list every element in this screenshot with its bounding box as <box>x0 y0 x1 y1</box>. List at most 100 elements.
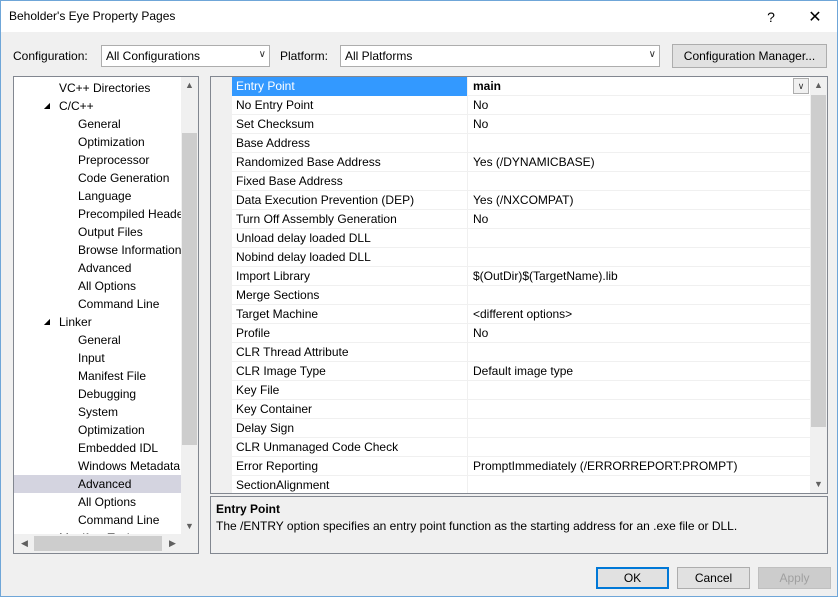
property-name[interactable]: Set Checksum <box>232 115 468 134</box>
configuration-combo[interactable]: All Configurations ∨ <box>101 45 270 67</box>
property-value[interactable]: No <box>469 96 811 115</box>
property-row[interactable]: Fixed Base Address <box>232 172 811 191</box>
property-row[interactable]: Set Checksum No <box>232 115 811 134</box>
tree-item[interactable]: Embedded IDL <box>14 439 181 457</box>
configuration-manager-button[interactable]: Configuration Manager... <box>672 44 827 68</box>
property-row[interactable]: CLR Image Type Default image type <box>232 362 811 381</box>
tree-item[interactable]: Precompiled Heade <box>14 205 183 223</box>
scroll-left-arrow-icon[interactable]: ◀ <box>16 534 33 553</box>
tree-item[interactable]: VC++ Directories <box>14 79 181 97</box>
property-row[interactable]: CLR Thread Attribute <box>232 343 811 362</box>
close-button[interactable]: ✕ <box>795 1 835 32</box>
platform-combo[interactable]: All Platforms ∨ <box>340 45 660 67</box>
cancel-button[interactable]: Cancel <box>677 567 750 589</box>
property-name[interactable]: Merge Sections <box>232 286 468 305</box>
property-value[interactable]: Default image type <box>469 362 811 381</box>
property-value[interactable] <box>469 229 811 248</box>
property-name[interactable]: Randomized Base Address <box>232 153 468 172</box>
tree-horizontal-scrollbar[interactable]: ◀ ▶ <box>14 534 198 553</box>
tree-item[interactable]: Optimization <box>14 133 181 151</box>
property-row[interactable]: Turn Off Assembly Generation No <box>232 210 811 229</box>
scroll-down-arrow-icon[interactable]: ▼ <box>181 518 198 535</box>
property-value[interactable] <box>469 419 811 438</box>
property-value[interactable] <box>469 248 811 267</box>
scroll-down-arrow-icon[interactable]: ▼ <box>810 476 827 493</box>
property-row[interactable]: Error Reporting PromptImmediately (/ERROR… <box>232 457 811 476</box>
property-row[interactable]: Key File <box>232 381 811 400</box>
tree-item[interactable]: Optimization <box>14 421 181 439</box>
ok-button[interactable]: OK <box>596 567 669 589</box>
property-name[interactable]: Entry Point <box>232 77 468 96</box>
property-row[interactable]: Entry Point main ∨ <box>232 77 811 96</box>
property-row[interactable]: Merge Sections <box>232 286 811 305</box>
tree-item[interactable]: Browse Information <box>14 241 181 259</box>
property-value[interactable]: Yes (/DYNAMICBASE) <box>469 153 811 172</box>
grid-vertical-scrollbar[interactable]: ▲ ▼ <box>810 77 827 493</box>
property-name[interactable]: Key Container <box>232 400 468 419</box>
property-value[interactable]: PromptImmediately (/ERRORREPORT:PROMPT) <box>469 457 811 476</box>
tree-item[interactable]: ◢ C/C++ <box>14 97 181 115</box>
tree-item[interactable]: Output Files <box>14 223 181 241</box>
property-value[interactable]: No <box>469 210 811 229</box>
expander-icon[interactable]: ◢ <box>42 97 52 115</box>
chevron-down-icon[interactable]: ∨ <box>793 78 809 94</box>
property-name[interactable]: Error Reporting <box>232 457 468 476</box>
property-name[interactable]: CLR Thread Attribute <box>232 343 468 362</box>
property-name[interactable]: CLR Unmanaged Code Check <box>232 438 468 457</box>
tree-item[interactable]: Language <box>14 187 181 205</box>
tree-item[interactable]: ◢ Linker <box>14 313 181 331</box>
property-name[interactable]: SectionAlignment <box>232 476 468 493</box>
category-tree[interactable]: VC++ Directories ◢ C/C++ General Optimizatio… <box>13 76 199 554</box>
property-row[interactable]: Import Library $(OutDir)$(TargetName).lib <box>232 267 811 286</box>
property-name[interactable]: Data Execution Prevention (DEP) <box>232 191 468 210</box>
property-name[interactable]: Key File <box>232 381 468 400</box>
tree-hscroll-thumb[interactable] <box>34 536 162 551</box>
tree-item[interactable]: Input <box>14 349 181 367</box>
tree-scroll-thumb[interactable] <box>182 133 197 445</box>
apply-button[interactable]: Apply <box>758 567 831 589</box>
tree-item[interactable]: Manifest File <box>14 367 181 385</box>
expander-icon[interactable]: ◢ <box>42 313 52 331</box>
tree-item[interactable]: Command Line <box>14 511 181 529</box>
property-name[interactable]: No Entry Point <box>232 96 468 115</box>
property-value[interactable]: <different options> <box>469 305 811 324</box>
tree-item[interactable]: Advanced <box>14 259 181 277</box>
property-value[interactable]: No <box>469 115 811 134</box>
property-value[interactable]: Yes (/NXCOMPAT) <box>469 191 811 210</box>
tree-item[interactable]: All Options <box>14 493 181 511</box>
property-value[interactable] <box>469 134 811 153</box>
property-name[interactable]: Delay Sign <box>232 419 468 438</box>
property-row[interactable]: SectionAlignment <box>232 476 811 493</box>
grid-scroll-thumb[interactable] <box>811 95 826 427</box>
property-name[interactable]: Unload delay loaded DLL <box>232 229 468 248</box>
property-row[interactable]: Nobind delay loaded DLL <box>232 248 811 267</box>
scroll-up-arrow-icon[interactable]: ▲ <box>181 77 198 94</box>
property-row[interactable]: CLR Unmanaged Code Check <box>232 438 811 457</box>
tree-item[interactable]: All Options <box>14 277 181 295</box>
property-name[interactable]: CLR Image Type <box>232 362 468 381</box>
property-value[interactable]: $(OutDir)$(TargetName).lib <box>469 267 811 286</box>
property-row[interactable]: Randomized Base Address Yes (/DYNAMICBASE… <box>232 153 811 172</box>
tree-item[interactable]: Advanced <box>14 475 181 493</box>
property-value[interactable] <box>469 476 811 493</box>
tree-item[interactable]: Windows Metadata <box>14 457 181 475</box>
property-row[interactable]: Key Container <box>232 400 811 419</box>
property-name[interactable]: Profile <box>232 324 468 343</box>
tree-item[interactable]: Code Generation <box>14 169 181 187</box>
property-name[interactable]: Target Machine <box>232 305 468 324</box>
tree-item[interactable]: Preprocessor <box>14 151 181 169</box>
help-button[interactable]: ? <box>751 1 791 32</box>
property-value[interactable]: main <box>469 77 811 96</box>
property-row[interactable]: Data Execution Prevention (DEP) Yes (/NXC… <box>232 191 811 210</box>
property-row[interactable]: Unload delay loaded DLL <box>232 229 811 248</box>
property-value[interactable] <box>469 286 811 305</box>
property-value[interactable] <box>469 438 811 457</box>
property-row[interactable]: Profile No <box>232 324 811 343</box>
property-value[interactable] <box>469 400 811 419</box>
tree-item[interactable]: System <box>14 403 181 421</box>
tree-item[interactable]: General <box>14 331 181 349</box>
property-row[interactable]: Delay Sign <box>232 419 811 438</box>
tree-vertical-scrollbar[interactable]: ▲ ▼ <box>181 77 198 535</box>
scroll-up-arrow-icon[interactable]: ▲ <box>810 77 827 94</box>
property-row[interactable]: Target Machine <different options> <box>232 305 811 324</box>
